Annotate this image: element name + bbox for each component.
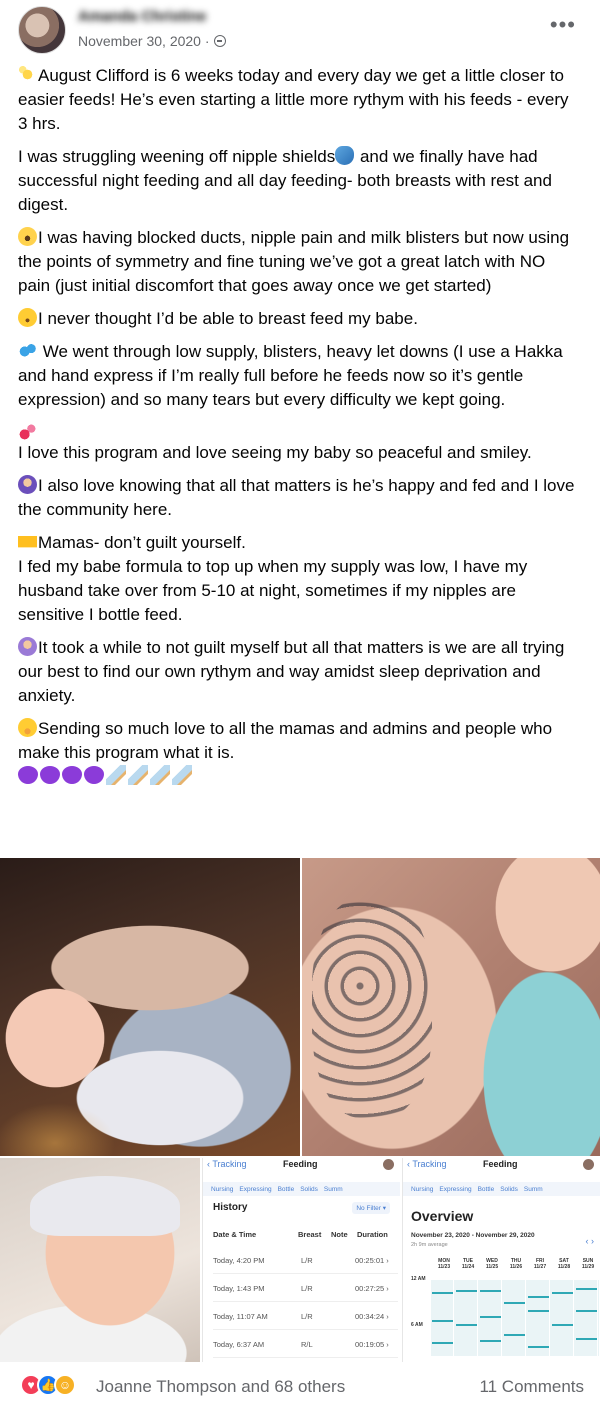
table-row: Today, 11:07 AM L/R 00:34:24 › — [213, 1310, 398, 1330]
col-duration: Duration — [357, 1230, 388, 1239]
paragraph-3: I was having blocked ducts, nipple pain … — [18, 227, 570, 295]
post-meta: November 30, 2020 · — [78, 33, 226, 49]
pleading-face-icon — [18, 308, 37, 327]
day-fri: FRI 11/27 — [533, 1258, 547, 1270]
post-footer: ♥ 👍 ☺ Joanne Thompson and 68 others 11 C… — [0, 1362, 600, 1402]
average-label: 2h 9m average — [411, 1242, 448, 1248]
two-hearts-icon — [18, 422, 37, 441]
col-breast: Breast — [298, 1230, 322, 1239]
day-mon: MON 11/23 — [437, 1258, 451, 1270]
tab-solids: Solids — [300, 1185, 318, 1193]
sweat-droplets-icon — [18, 341, 37, 360]
feeding-timeline-grid — [431, 1280, 599, 1356]
photo-feeding-overview-screenshot[interactable]: ‹ Tracking Feeding Nursing Expressing Bo… — [402, 1158, 600, 1362]
history-heading: History — [213, 1202, 248, 1213]
tab-nursing: Nursing — [211, 1185, 234, 1193]
tab-nursing: Nursing — [411, 1185, 434, 1193]
back-link: ‹ Tracking — [207, 1159, 247, 1169]
table-row: Today, 4:20 PM L/R 00:25:01 › — [213, 1254, 398, 1274]
app-tabs: Nursing Expressing Bottle Solids Summ — [203, 1182, 400, 1196]
table-row: Today, 6:37 AM R/L 00:19:05 › — [213, 1338, 398, 1358]
photo-grid: ‹ Tracking Feeding Nursing Expressing Bo… — [0, 858, 600, 1362]
baby-bottle-icon — [106, 765, 126, 785]
shield-emoji-icon — [335, 146, 355, 165]
overview-heading: Overview — [411, 1208, 474, 1224]
table-row: Today, 1:43 PM L/R 00:27:25 › — [213, 1282, 398, 1302]
paragraph-4: I never thought I’d be able to breast fe… — [18, 307, 580, 331]
paragraph-2: I was struggling weening off nipple shie… — [18, 146, 552, 214]
app-title: Feeding — [283, 1159, 318, 1169]
reaction-icons[interactable]: ♥ 👍 ☺ — [20, 1374, 76, 1396]
more-options-button[interactable]: ••• — [550, 12, 576, 38]
app-tabs: Nursing Expressing Bottle Solids Summ — [403, 1182, 600, 1196]
paragraph-12: Sending so much love to all the mamas an… — [18, 718, 553, 762]
post-body: August Clifford is 6 weeks today and eve… — [18, 64, 580, 798]
reactions-summary[interactable]: Joanne Thompson and 68 others — [96, 1377, 345, 1397]
purple-heart-icon — [62, 766, 82, 784]
tattoo-detail — [312, 898, 432, 1118]
photo-baby-smiling[interactable] — [0, 1158, 200, 1362]
baby-bottle-icon — [128, 765, 148, 785]
col-date: Date & Time — [213, 1230, 257, 1239]
back-link: ‹ Tracking — [407, 1159, 447, 1169]
woman-icon — [18, 475, 37, 494]
photo-breastfeeding[interactable] — [302, 858, 600, 1156]
baby-hat — [30, 1176, 180, 1236]
baby-bottle-icon — [172, 765, 192, 785]
woman-with-headscarf-icon — [18, 637, 37, 656]
globe-icon — [213, 35, 226, 47]
label-6am: 6 AM — [411, 1322, 423, 1328]
photo-feeding-history-screenshot[interactable]: ‹ Tracking Feeding Nursing Expressing Bo… — [202, 1158, 400, 1362]
tab-expressing: Expressing — [239, 1185, 272, 1193]
sparkles-icon — [18, 65, 37, 84]
app-topbar: ‹ Tracking Feeding — [403, 1158, 600, 1172]
author-avatar[interactable] — [18, 6, 66, 54]
day-sat: SAT 11/28 — [557, 1258, 571, 1270]
paragraph-8: I also love knowing that all that matter… — [18, 475, 575, 519]
tab-solids: Solids — [500, 1185, 518, 1193]
author-name[interactable]: Amanda Christine — [78, 8, 228, 26]
paragraph-5: We went through low supply, blisters, he… — [18, 341, 563, 409]
day-wed: WED 11/25 — [485, 1258, 499, 1270]
tab-summary: Summ — [523, 1185, 543, 1193]
paragraph-11: It took a while to not guilt myself but … — [18, 637, 565, 705]
paragraph-7: I love this program and love seeing my b… — [18, 443, 532, 462]
label-12am: 12 AM — [411, 1276, 426, 1282]
photo-baby-sleeping[interactable] — [0, 858, 300, 1156]
paragraph-9: Mamas- don’t guilt yourself. — [18, 531, 580, 555]
app-title: Feeding — [483, 1159, 518, 1169]
paragraph-10: I fed my babe formula to top up when my … — [18, 557, 528, 624]
crown-icon — [18, 532, 37, 551]
purple-heart-icon — [40, 766, 60, 784]
tab-bottle: Bottle — [277, 1185, 295, 1193]
date-range: November 23, 2020 - November 29, 2020 — [411, 1232, 535, 1239]
post-header: Amanda Christine November 30, 2020 · ••• — [0, 0, 600, 60]
emoji-row — [18, 765, 580, 789]
weekday-header: MON 11/23 TUE 11/24 WED 11/25 THU 11/26 FRI 1… — [433, 1258, 599, 1270]
post-date[interactable]: November 30, 2020 · — [78, 33, 210, 49]
tab-expressing: Expressing — [439, 1185, 472, 1193]
col-note: Note — [331, 1230, 348, 1239]
paragraph-1: August Clifford is 6 weeks today and eve… — [18, 65, 569, 133]
purple-heart-icon — [18, 766, 38, 784]
day-sun: SUN 11/29 — [581, 1258, 595, 1270]
app-avatar — [583, 1159, 594, 1170]
care-icon: ☺ — [54, 1374, 76, 1396]
screaming-face-icon — [18, 227, 37, 246]
app-avatar — [383, 1159, 394, 1170]
hugging-face-icon — [18, 718, 37, 737]
tab-bottle: Bottle — [477, 1185, 495, 1193]
purple-heart-icon — [84, 766, 104, 784]
day-tue: TUE 11/24 — [461, 1258, 475, 1270]
tab-summary: Summ — [323, 1185, 343, 1193]
comments-count-link[interactable]: 11 Comments — [479, 1377, 584, 1397]
baby-bottle-icon — [150, 765, 170, 785]
week-nav-arrows: ‹ › — [585, 1236, 595, 1246]
app-topbar: ‹ Tracking Feeding — [203, 1158, 400, 1172]
filter-dropdown: No Filter ▾ — [352, 1202, 390, 1214]
day-thu: THU 11/26 — [509, 1258, 523, 1270]
